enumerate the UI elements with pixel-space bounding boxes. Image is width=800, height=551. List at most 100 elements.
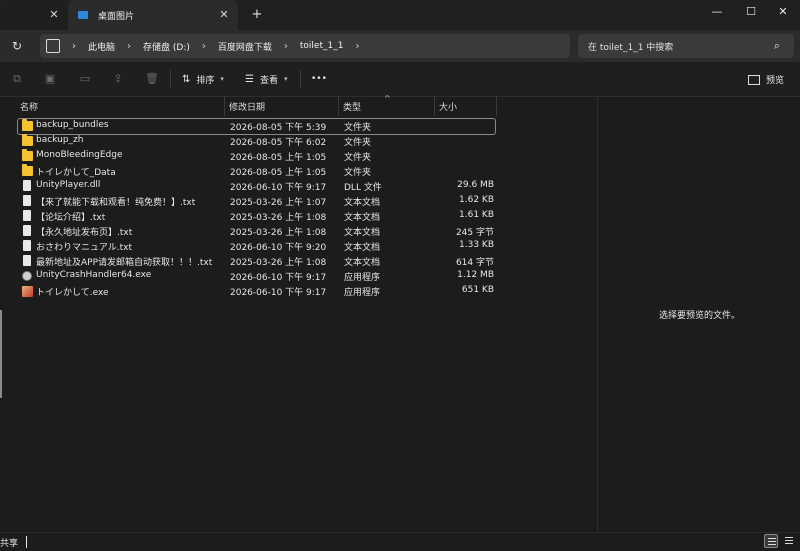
file-row[interactable]: backup_zh 2026-08-05 下午 6:02 文件夹 [18,134,495,149]
address-row: ↻ › 此电脑 › 存储盘 (D:) › 百度网盘下载 › toilet_1_1… [0,30,800,62]
column-header-date[interactable]: 修改日期 [229,100,265,113]
file-name: 【永久地址发布页】.txt [36,228,133,238]
preview-pane-button[interactable]: 预览 [748,73,784,86]
preview-label: 预览 [766,76,785,86]
file-icon [23,255,31,266]
sort-button[interactable]: ⇅ 排序 ▾ [182,70,224,88]
folder-icon [22,149,33,161]
maximize-button[interactable]: ☐ [740,4,762,20]
refresh-icon[interactable]: ↻ [10,39,24,53]
file-row[interactable]: UnityCrashHandler64.exe 2026-06-10 下午 9:1… [18,269,495,284]
file-size: 1.61 KB [459,210,494,220]
close-window-button[interactable]: ✕ [772,4,794,20]
more-options-button[interactable]: ••• [311,70,327,88]
tab-close-icon[interactable]: ✕ [48,9,60,21]
column-header-size[interactable]: 大小 [439,100,457,113]
tab-blank[interactable]: ✕ [0,0,68,30]
tab-desktop-pictures[interactable]: 桌面图片 ✕ [68,0,238,30]
search-icon[interactable]: ⌕ [770,39,784,53]
file-name: おさわりマニュアル.txt [36,243,132,253]
file-icon [23,210,31,221]
breadcrumb-separator[interactable]: › [202,41,206,52]
folder-tab-icon [78,11,88,19]
file-modified-date: 2026-08-05 上午 1:05 [230,168,327,178]
sort-label: 排序 [196,75,215,86]
delete-icon[interactable]: 🗑 [145,72,159,86]
file-type: 文件夹 [344,168,372,178]
list-view-button[interactable] [782,534,796,548]
status-bar: 共享 [0,532,800,551]
file-name: 【论坛介绍】.txt [36,213,106,223]
status-text: 共享 [0,539,19,549]
details-view-button[interactable] [764,534,778,548]
file-modified-date: 2026-06-10 下午 9:20 [230,243,327,253]
address-bar[interactable]: › 此电脑 › 存储盘 (D:) › 百度网盘下载 › toilet_1_1 › [40,34,570,58]
file-row[interactable]: 最新地址及APP请发邮箱自动获取！！！.txt 2025-03-26 上午 1:0… [18,254,495,269]
file-row[interactable]: MonoBleedingEdge 2026-08-05 上午 1:05 文件夹 [18,149,495,164]
folder-icon [22,134,33,146]
file-name: トイレかして.exe [36,288,109,298]
share-icon[interactable]: ⇪ [111,72,125,86]
folder-icon [22,119,33,131]
file-modified-date: 2026-08-05 上午 1:05 [230,153,327,163]
file-row[interactable]: 【论坛介绍】.txt 2025-03-26 上午 1:08 文本文档 1.61 KB [18,209,495,224]
folder-icon [22,164,33,176]
file-type: 文件夹 [344,123,372,133]
search-box[interactable]: 在 toilet_1_1 中搜索 ⌕ [578,34,794,58]
game-app-icon [22,286,33,297]
file-type: 文本文档 [344,243,381,253]
breadcrumb-separator[interactable]: › [72,41,76,52]
new-tab-button[interactable]: + [250,8,264,22]
file-modified-date: 2026-08-05 下午 6:02 [230,138,327,148]
file-name: UnityPlayer.dll [36,180,101,190]
file-row[interactable]: 【永久地址发布页】.txt 2025-03-26 上午 1:08 文本文档 245 字… [18,224,495,239]
file-icon [23,180,31,191]
rename-icon[interactable]: ▭ [78,72,92,86]
breadcrumb-toilet-folder[interactable]: toilet_1_1 [300,41,344,51]
file-modified-date: 2026-08-05 下午 5:39 [230,123,327,133]
file-name: backup_bundles [36,120,109,130]
breadcrumb-separator[interactable]: › [284,41,288,52]
file-row[interactable]: トイレかして_Data 2026-08-05 上午 1:05 文件夹 [18,164,495,179]
file-type: 文件夹 [344,153,372,163]
file-icon [23,195,31,206]
search-input[interactable]: 在 toilet_1_1 中搜索 [588,40,673,53]
file-name: backup_zh [36,135,84,145]
copy-icon[interactable]: ⧉ [10,72,24,86]
file-name: 最新地址及APP请发邮箱自动获取！！！.txt [36,258,213,268]
file-icon [23,240,31,251]
breadcrumb-separator[interactable]: › [127,41,131,52]
text-caret [26,536,27,548]
file-row[interactable]: 【来了就能下载和观看！纯免费！】.txt 2025-03-26 上午 1:07 文本… [18,194,495,209]
file-type: 应用程序 [344,273,381,283]
preview-pane: 选择要预览的文件。 [597,96,800,532]
file-row[interactable]: UnityPlayer.dll 2026-06-10 下午 9:17 DLL 文件 2… [18,179,495,194]
scroll-indicator[interactable] [0,310,2,398]
breadcrumb-baidu-downloads[interactable]: 百度网盘下载 [218,40,272,53]
breadcrumb-storage-drive[interactable]: 存储盘 (D:) [143,40,190,53]
file-size: 1.62 KB [459,195,494,205]
file-name: MonoBleedingEdge [36,150,123,160]
file-modified-date: 2025-03-26 上午 1:07 [230,198,327,208]
breadcrumb-separator[interactable]: › [355,41,359,52]
column-header-row: 名称 修改日期 类型 ^ 大小 [10,94,598,116]
sort-ascending-icon: ^ [384,94,391,103]
command-bar: ⧉ ▣ ▭ ⇪ 🗑 ⇅ 排序 ▾ ☰ 查看 ▾ ••• [0,62,800,97]
breadcrumb-this-pc[interactable]: 此电脑 [88,40,115,53]
column-header-name[interactable]: 名称 [20,100,38,113]
file-row[interactable]: おさわりマニュアル.txt 2026-06-10 下午 9:20 文本文档 1.33 … [18,239,495,254]
file-type: 文本文档 [344,198,381,208]
file-size: 614 字节 [455,258,494,268]
minimize-button[interactable]: — [706,4,728,20]
view-button[interactable]: ☰ 查看 ▾ [245,70,288,88]
file-row[interactable]: トイレかして.exe 2026-06-10 下午 9:17 应用程序 651 KB [18,284,495,299]
file-row[interactable]: backup_bundles 2026-08-05 下午 5:39 文件夹 [17,118,496,135]
file-size: 651 KB [461,285,494,295]
file-list: 名称 修改日期 类型 ^ 大小 backup_bundles 2026-08-05… [10,94,598,532]
paste-icon[interactable]: ▣ [43,72,57,86]
chevron-down-icon: ▾ [220,75,224,83]
view-icon: ☰ [245,73,254,85]
tab-close-icon[interactable]: ✕ [218,9,230,21]
file-size: 29.6 MB [457,180,494,190]
column-header-type[interactable]: 类型 [343,100,361,113]
